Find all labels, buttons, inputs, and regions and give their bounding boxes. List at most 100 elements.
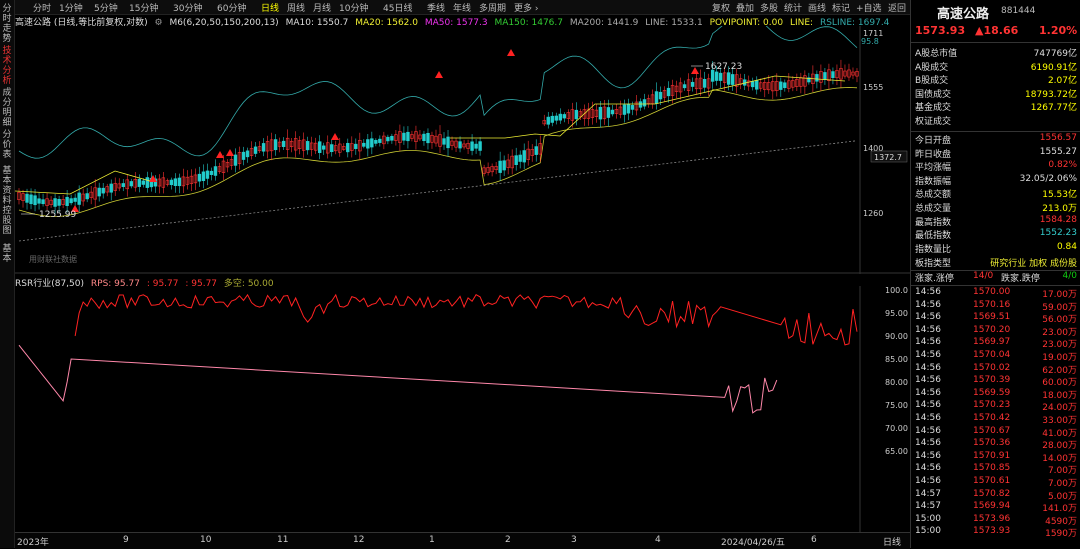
tick-row[interactable]: 14:56 1570.16 59.00万 bbox=[915, 300, 1077, 313]
period-tab-0[interactable]: 分时 bbox=[33, 1, 51, 14]
tick-row[interactable]: 14:56 1570.00 17.00万 bbox=[915, 287, 1077, 300]
tick-price: 1570.39 bbox=[973, 375, 1011, 386]
tick-row[interactable]: 14:56 1570.91 14.00万 bbox=[915, 450, 1077, 464]
tick-price: 1569.97 bbox=[973, 337, 1011, 348]
rsr-chart[interactable]: 100.0 95.00 90.00 85.00 80.00 75.00 70.00 65.00 bbox=[15, 286, 910, 532]
index-stat-label-2: 平均涨幅 bbox=[915, 163, 952, 174]
tick-time: 14:56 bbox=[915, 287, 941, 297]
index-stat-label-0: 今日开盘 bbox=[915, 136, 952, 146]
period-tab-10[interactable]: 45日线 bbox=[383, 1, 412, 14]
tick-row[interactable]: 14:57 1570.82 5.00万 bbox=[915, 489, 1077, 502]
index-stat-row-4: 总成交额 15.53亿 bbox=[915, 187, 1077, 200]
toolbar-right-7[interactable]: 返回 bbox=[888, 1, 906, 14]
tick-volume: 59.00万 bbox=[1042, 302, 1077, 313]
index-stat-row-5: 总成交量 213.0万 bbox=[915, 201, 1077, 214]
toolbar-right-2[interactable]: 多股 bbox=[760, 1, 778, 14]
index-stat-value-3: 32.05/2.06% bbox=[1019, 173, 1077, 184]
updown-row: 涨家.涨停 14/0 跌家.跌停 4/0 bbox=[915, 271, 1077, 284]
axis-period-label: 日线 bbox=[883, 538, 902, 548]
period-tab-8[interactable]: 月线 bbox=[313, 1, 331, 14]
market-stat-value-3: 18793.72亿 bbox=[1025, 89, 1077, 100]
period-tab-3[interactable]: 15分钟 bbox=[129, 1, 158, 14]
index-stat-value-5: 213.0万 bbox=[1042, 204, 1077, 214]
tick-row[interactable]: 14:56 1570.85 7.00万 bbox=[915, 463, 1077, 477]
period-tab-2[interactable]: 5分钟 bbox=[94, 1, 118, 14]
period-tab-4[interactable]: 30分钟 bbox=[173, 1, 202, 14]
tick-price: 1570.02 bbox=[973, 362, 1011, 373]
panel-code: 881444 bbox=[1001, 6, 1036, 16]
left-tab-4[interactable]: 基本资料 bbox=[1, 166, 13, 206]
index-stat-row-6: 最高指数 1584.28 bbox=[915, 215, 1077, 228]
tick-row[interactable]: 14:56 1569.51 56.00万 bbox=[915, 312, 1077, 325]
tick-price: 1569.51 bbox=[973, 312, 1011, 323]
period-tab-11[interactable]: 季线 bbox=[427, 1, 445, 14]
period-tab-5[interactable]: 60分钟 bbox=[217, 1, 246, 14]
index-stat-label-3: 指数振幅 bbox=[915, 176, 952, 187]
tick-volume: 5.00万 bbox=[1047, 491, 1077, 502]
pct-change: 1.20% bbox=[1039, 24, 1078, 37]
tick-row[interactable]: 14:56 1570.67 41.00万 bbox=[915, 426, 1077, 439]
period-tab-9[interactable]: 10分钟 bbox=[339, 1, 368, 14]
rsr-line bbox=[74, 293, 858, 346]
tick-volume: 24.00万 bbox=[1042, 403, 1077, 414]
market-stat-label-2: B股成交 bbox=[915, 76, 949, 87]
tick-row[interactable]: 14:57 1569.94 141.0万 bbox=[915, 501, 1077, 514]
toolbar-right-6[interactable]: +自选 bbox=[856, 1, 882, 14]
tick-row[interactable]: 14:56 1570.02 62.00万 bbox=[915, 362, 1077, 376]
tick-row[interactable]: 14:56 1570.39 60.00万 bbox=[915, 375, 1077, 388]
left-tab-0[interactable]: 分时走势 bbox=[1, 4, 13, 44]
tick-volume: 28.00万 bbox=[1042, 441, 1077, 452]
index-stat-row-1: 昨日收盘 1555.27 bbox=[915, 147, 1077, 160]
period-tab-6[interactable]: 日线 bbox=[261, 1, 279, 14]
left-tab-2[interactable]: 成分明细 bbox=[1, 88, 13, 128]
tick-time: 14:56 bbox=[915, 324, 941, 335]
tick-volume: 62.00万 bbox=[1042, 365, 1077, 376]
down-value: 4/0 bbox=[1062, 271, 1077, 281]
tick-volume: 4590万 bbox=[1045, 516, 1077, 527]
rsr-axis-tick: 85.00 bbox=[885, 355, 908, 364]
tick-row[interactable]: 14:56 1570.04 19.00万 bbox=[915, 350, 1077, 363]
period-tab-1[interactable]: 1分钟 bbox=[59, 1, 83, 14]
data-footnote: 用财联社数据 bbox=[29, 254, 77, 264]
tick-row[interactable]: 14:56 1570.20 23.00万 bbox=[915, 324, 1077, 338]
tick-row[interactable]: 15:00 1573.93 1590万 bbox=[915, 526, 1077, 539]
toolbar-right-4[interactable]: 画线 bbox=[808, 1, 826, 14]
market-stat-row-4: 基金成交 1267.77亿 bbox=[915, 100, 1077, 113]
tick-row[interactable]: 14:56 1569.59 18.00万 bbox=[915, 388, 1077, 401]
index-stat-label-6: 最高指数 bbox=[915, 217, 952, 228]
tick-volume: 7.00万 bbox=[1047, 466, 1077, 477]
left-tab-6[interactable]: 基本 bbox=[1, 244, 13, 264]
left-tab-5[interactable]: 控股图 bbox=[1, 206, 13, 236]
index-stat-value-0: 1556.57 bbox=[1039, 133, 1077, 143]
period-tab-13[interactable]: 多周期 bbox=[479, 1, 506, 14]
index-stat-value-8: 0.84 bbox=[1056, 241, 1077, 252]
tick-price: 1573.93 bbox=[973, 526, 1011, 537]
left-tab-3[interactable]: 分价表 bbox=[1, 130, 13, 160]
toolbar-right-5[interactable]: 标记 bbox=[832, 1, 850, 14]
period-tab-14[interactable]: 更多 › bbox=[514, 1, 538, 14]
tick-volume: 18.00万 bbox=[1042, 390, 1077, 401]
tick-time: 14:57 bbox=[915, 501, 941, 512]
tick-price: 1570.91 bbox=[973, 450, 1011, 461]
rsr-axis-tick: 70.00 bbox=[885, 424, 908, 433]
tick-time: 14:56 bbox=[915, 438, 941, 449]
tick-time: 14:56 bbox=[915, 350, 941, 360]
last-price: 1573.93 bbox=[915, 24, 966, 37]
tick-row[interactable]: 14:56 1570.36 28.00万 bbox=[915, 438, 1077, 452]
left-tab-1[interactable]: 技术分析 bbox=[1, 46, 13, 86]
date-tick-5: 1 bbox=[429, 535, 435, 545]
period-tab-7[interactable]: 周线 bbox=[287, 1, 305, 14]
toolbar-right-3[interactable]: 统计 bbox=[784, 1, 802, 14]
price-chart[interactable]: 1255.99 1627.23 用财联社数据 1711 1555 1400 12… bbox=[15, 26, 910, 274]
up-label: 涨家.涨停 bbox=[915, 274, 954, 284]
tick-time: 14:56 bbox=[915, 450, 941, 461]
period-tab-12[interactable]: 年线 bbox=[453, 1, 471, 14]
tick-row[interactable]: 14:56 1570.61 7.00万 bbox=[915, 476, 1077, 489]
toolbar-right-0[interactable]: 复权 bbox=[712, 1, 730, 14]
tick-row[interactable]: 15:00 1573.96 4590万 bbox=[915, 514, 1077, 527]
tick-row[interactable]: 14:56 1570.23 24.00万 bbox=[915, 400, 1077, 414]
date-tick-1: 9 bbox=[123, 535, 129, 545]
toolbar-right-1[interactable]: 叠加 bbox=[736, 1, 754, 14]
tick-row[interactable]: 14:56 1570.42 33.00万 bbox=[915, 413, 1077, 426]
tick-row[interactable]: 14:56 1569.97 23.00万 bbox=[915, 337, 1077, 350]
